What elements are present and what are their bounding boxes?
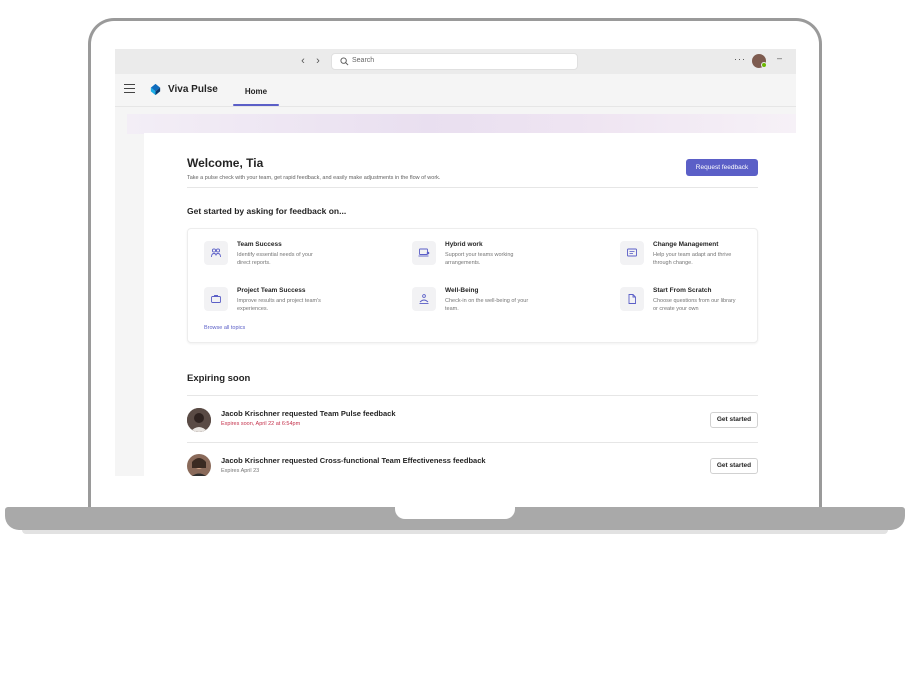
topic-description: Improve results and project team's exper…: [237, 298, 321, 312]
back-arrow-icon[interactable]: ‹: [297, 54, 309, 68]
topics-panel: Team Success Identify essential needs of…: [187, 228, 758, 343]
expiry-text: Expires soon, April 22 at 6:54pm: [221, 421, 301, 427]
request-title: Jacob Krischner requested Team Pulse fee…: [221, 409, 396, 418]
search-placeholder: Search: [352, 57, 375, 64]
request-feedback-button[interactable]: Request feedback: [686, 159, 758, 176]
requester-avatar: [187, 454, 211, 476]
topic-title: Start From Scratch: [653, 287, 712, 294]
expiry-text: Expires April 23: [221, 468, 260, 474]
topic-description: Help your team adapt and thrive through …: [653, 252, 732, 266]
requester-avatar: [187, 408, 211, 432]
briefcase-icon: [204, 287, 228, 311]
topic-team-success[interactable]: Team Success Identify essential needs of…: [204, 241, 374, 277]
get-started-heading: Get started by asking for feedback on...: [187, 206, 347, 216]
topic-title: Well-Being: [445, 287, 479, 294]
topic-description: Check-in on the well-being of your team.: [445, 298, 529, 312]
laptop-mockup: ‹ › Search ··· – Viva Pulse Home Welcome…: [0, 0, 910, 680]
search-input[interactable]: Search: [331, 53, 578, 70]
title-bar: ‹ › Search ··· –: [115, 49, 796, 74]
topic-description: Identify essential needs of your direct …: [237, 252, 313, 266]
topic-title: Hybrid work: [445, 241, 483, 248]
tab-home[interactable]: Home: [233, 81, 279, 105]
topic-hybrid-work[interactable]: Hybrid work Support your teams working a…: [412, 241, 582, 277]
topic-change-management[interactable]: Change Management Help your team adapt a…: [620, 241, 790, 277]
topic-description: Support your teams working arrangements.: [445, 252, 514, 266]
topic-title: Team Success: [237, 241, 282, 248]
more-options-icon[interactable]: ···: [734, 54, 746, 64]
laptop-notch: [395, 507, 515, 519]
divider: [187, 187, 758, 188]
document-icon: [620, 287, 644, 311]
header-banner: [127, 114, 796, 134]
hamburger-menu-icon[interactable]: [124, 84, 135, 93]
divider: [187, 442, 758, 443]
topic-start-from-scratch[interactable]: Start From Scratch Choose questions from…: [620, 287, 790, 323]
topic-description: Choose questions from our library or cre…: [653, 298, 736, 312]
minimize-button[interactable]: –: [777, 53, 782, 63]
main-content: Welcome, Tia Take a pulse check with you…: [115, 108, 796, 476]
app-header: Viva Pulse Home: [115, 74, 796, 107]
people-team-icon: [204, 241, 228, 265]
topic-title: Change Management: [653, 241, 719, 248]
home-card: Welcome, Tia Take a pulse check with you…: [144, 133, 796, 476]
topic-project-team-success[interactable]: Project Team Success Improve results and…: [204, 287, 374, 323]
search-icon: [340, 57, 349, 66]
page-title: Welcome, Tia: [187, 156, 264, 170]
tab-selected-indicator: [233, 104, 279, 106]
wellbeing-icon: [412, 287, 436, 311]
get-started-button[interactable]: Get started: [710, 458, 758, 474]
request-title: Jacob Krischner requested Cross-function…: [221, 456, 486, 465]
laptop-shadow: [22, 530, 888, 534]
viva-pulse-logo-icon: [150, 83, 161, 96]
browse-all-topics-link[interactable]: Browse all topics: [204, 325, 245, 331]
presence-status-icon: [761, 62, 767, 68]
divider: [187, 395, 758, 396]
laptop-person-icon: [412, 241, 436, 265]
forward-arrow-icon[interactable]: ›: [312, 54, 324, 68]
app-name: Viva Pulse: [168, 84, 218, 95]
expiring-soon-heading: Expiring soon: [187, 373, 251, 384]
page-subtitle: Take a pulse check with your team, get r…: [187, 175, 441, 181]
topic-title: Project Team Success: [237, 287, 306, 294]
get-started-button[interactable]: Get started: [710, 412, 758, 428]
app-window: ‹ › Search ··· – Viva Pulse Home Welcome…: [115, 49, 796, 476]
topic-well-being[interactable]: Well-Being Check-in on the well-being of…: [412, 287, 582, 323]
board-icon: [620, 241, 644, 265]
